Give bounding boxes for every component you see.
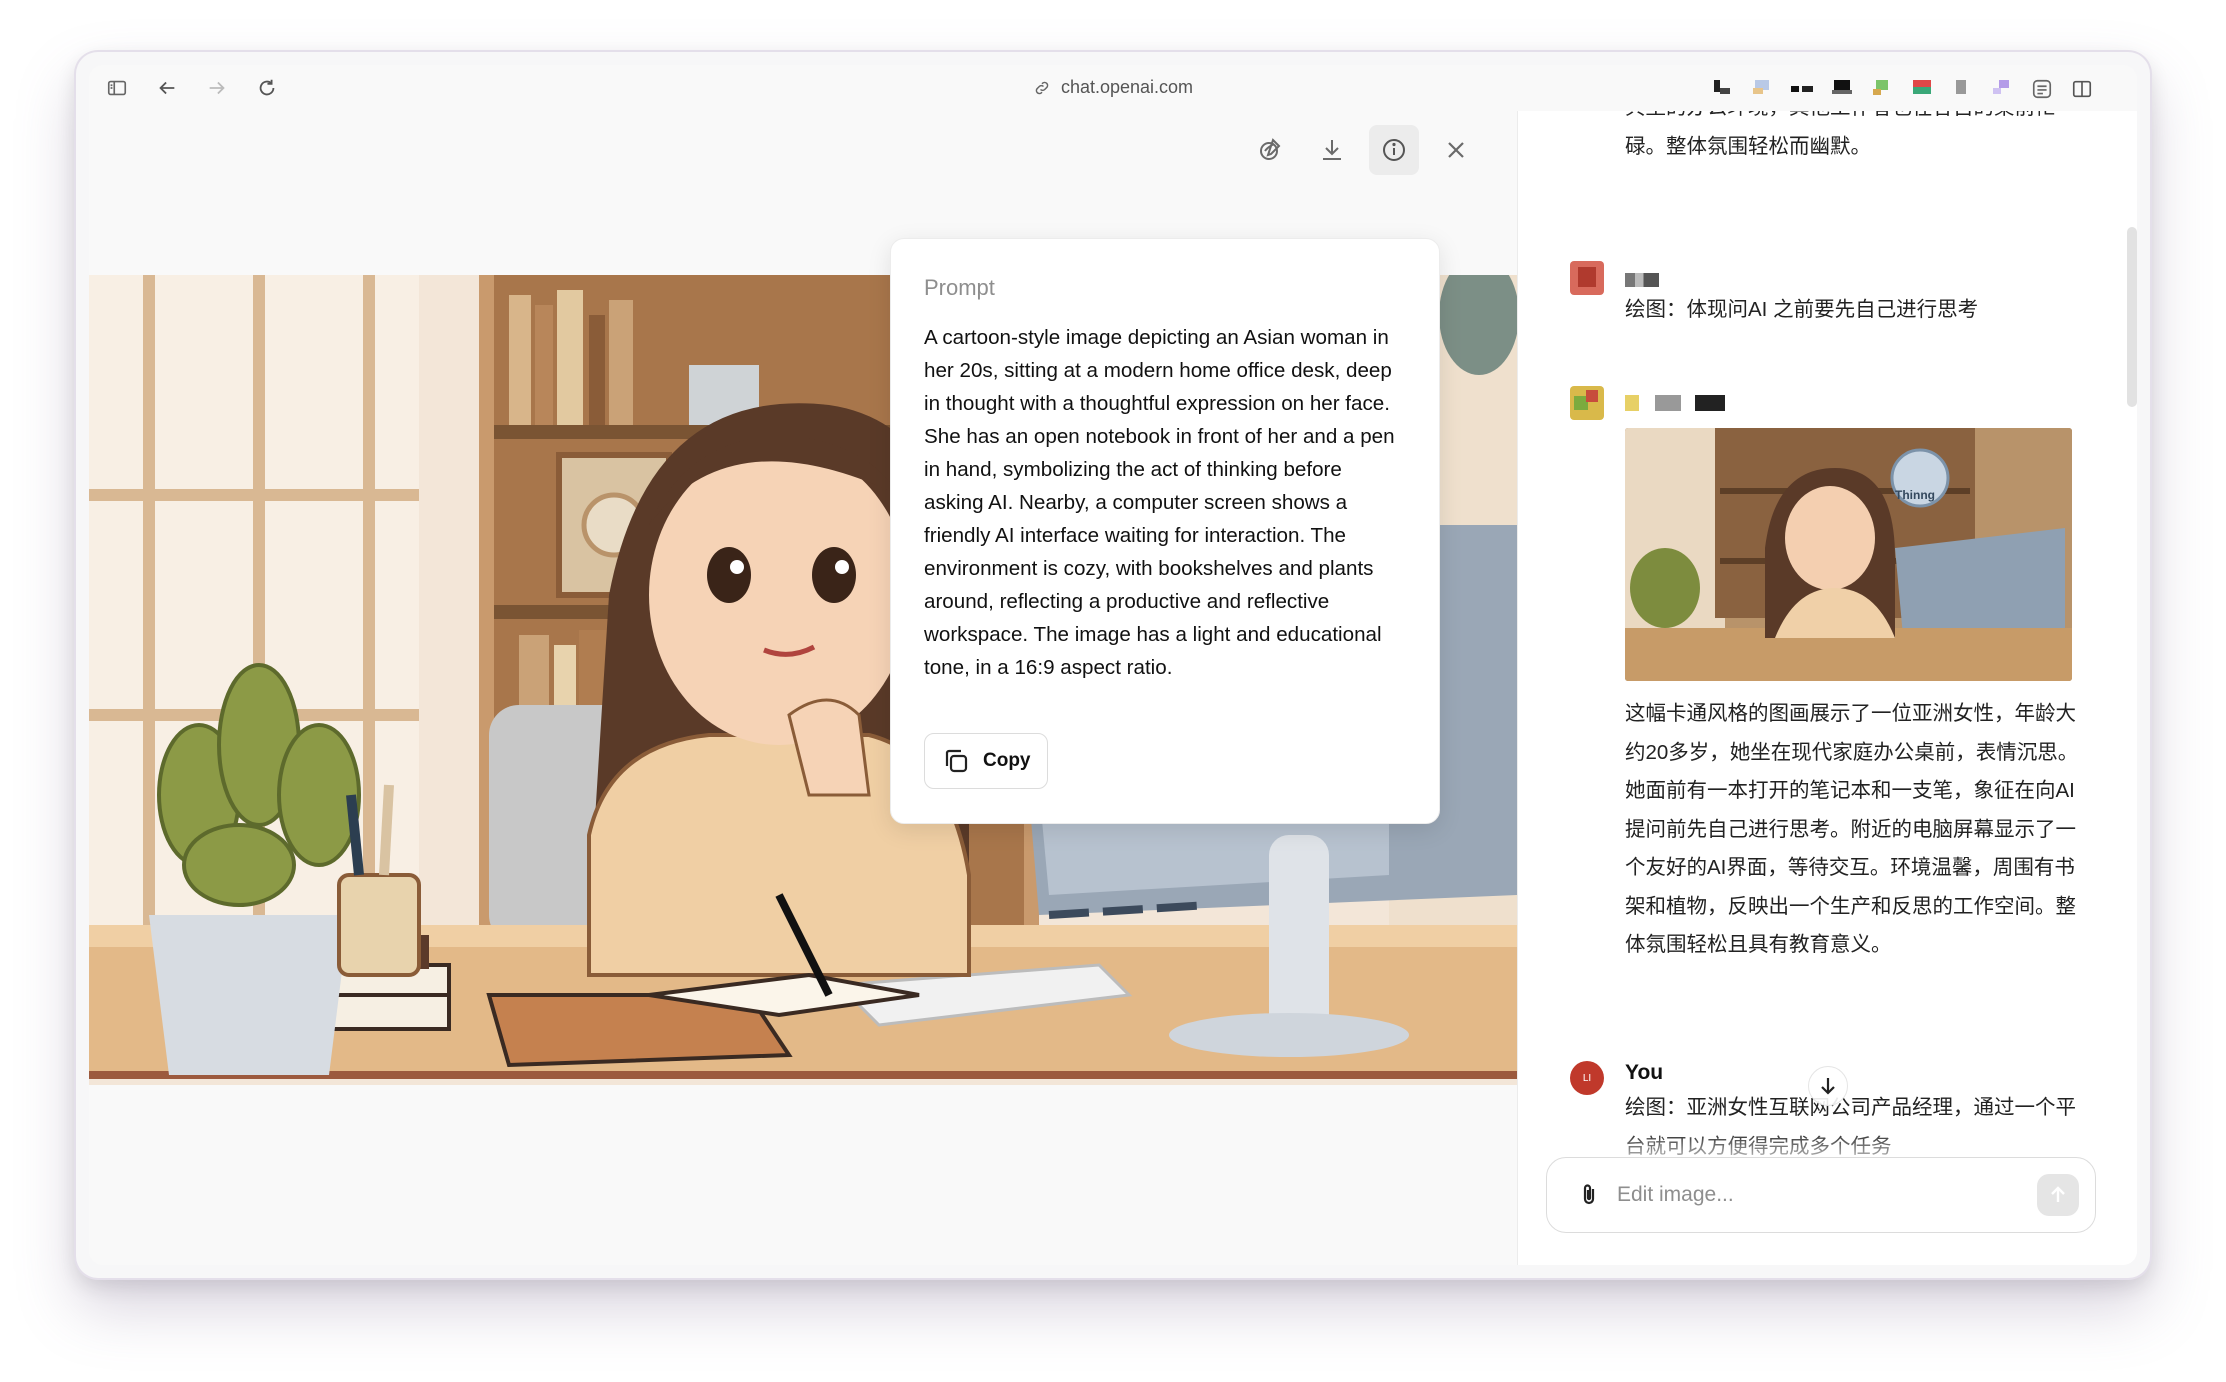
redacted-username xyxy=(1625,273,1659,287)
assistant-message-text: 典型的办公环境，其他工作者也在各自的桌前忙碌。整体氛围轻松而幽默。 xyxy=(1625,111,2056,158)
reader-icon[interactable] xyxy=(2031,78,2053,99)
image-thumbnail[interactable]: Thinng xyxy=(1625,428,2072,681)
assistant-message-text: 这幅卡通风格的图画展示了一位亚洲女性，年龄大约20多岁，她坐在现代家庭办公桌前，… xyxy=(1625,702,2079,956)
user-avatar: LI xyxy=(1570,1061,1604,1095)
chat-panel: 典型的办公环境，其他工作者也在各自的桌前忙碌。整体氛围轻松而幽默。 绘图：体现问… xyxy=(1517,111,2137,1265)
prompt-text: A cartoon-style image depicting an Asian… xyxy=(924,326,1395,679)
image-viewer: Prompt A cartoon-style image depicting a… xyxy=(89,111,1517,1265)
close-button[interactable] xyxy=(1431,125,1481,175)
user-message-text: 绘图：体现问AI 之前要先自己进行思考 xyxy=(1625,298,1979,321)
copy-label: Copy xyxy=(983,750,1031,771)
close-icon xyxy=(1448,142,1464,158)
copy-icon xyxy=(945,749,968,773)
download-button[interactable] xyxy=(1307,125,1357,175)
arrow-down-icon xyxy=(1821,1078,1835,1095)
edit-icon xyxy=(1260,138,1281,160)
attach-icon[interactable] xyxy=(1575,1181,1603,1209)
link-icon xyxy=(1035,81,1049,94)
prompt-title: Prompt xyxy=(924,275,995,300)
copy-button[interactable]: Copy xyxy=(924,733,1048,789)
extension-icon[interactable] xyxy=(1871,78,1893,98)
edit-image-input[interactable] xyxy=(1617,1183,2037,1207)
composer xyxy=(1546,1157,2096,1233)
chat-history[interactable]: 典型的办公环境，其他工作者也在各自的桌前忙碌。整体氛围轻松而幽默。 绘图：体现问… xyxy=(1518,111,2137,1265)
extension-icon[interactable] xyxy=(1831,78,1853,98)
viewer-toolbar xyxy=(1245,125,1481,175)
extension-icon[interactable] xyxy=(1991,78,2013,98)
download-icon xyxy=(1323,140,1341,160)
browser-content: chat.openai.com Prompt A cartoon-style i… xyxy=(89,65,2137,1265)
extension-icons xyxy=(1711,78,2093,99)
extension-icon[interactable] xyxy=(1711,78,1733,98)
user-name: You xyxy=(1625,1061,1664,1084)
browser-toolbar: chat.openai.com xyxy=(89,65,2137,111)
avatar xyxy=(1570,261,1604,295)
redacted-username xyxy=(1625,395,1725,411)
arrow-up-icon xyxy=(2051,1186,2065,1202)
url-text: chat.openai.com xyxy=(1060,77,1194,97)
split-view-icon[interactable] xyxy=(2071,78,2093,98)
extension-icon[interactable] xyxy=(1751,78,1773,98)
extension-icon[interactable] xyxy=(1951,78,1973,98)
info-button[interactable] xyxy=(1369,125,1419,175)
info-icon xyxy=(1383,139,1405,161)
scrollbar[interactable] xyxy=(2127,227,2137,407)
avatar xyxy=(1570,386,1604,420)
extension-icon[interactable] xyxy=(1911,78,1933,98)
thumbnail-badge: Thinng xyxy=(1895,488,1935,502)
send-button[interactable] xyxy=(2037,1174,2079,1216)
extension-icon[interactable] xyxy=(1791,78,1813,98)
edit-button[interactable] xyxy=(1245,125,1295,175)
browser-window: chat.openai.com Prompt A cartoon-style i… xyxy=(76,52,2150,1278)
scroll-down-button[interactable] xyxy=(1808,1066,1848,1106)
prompt-popover: Prompt A cartoon-style image depicting a… xyxy=(890,238,1440,824)
